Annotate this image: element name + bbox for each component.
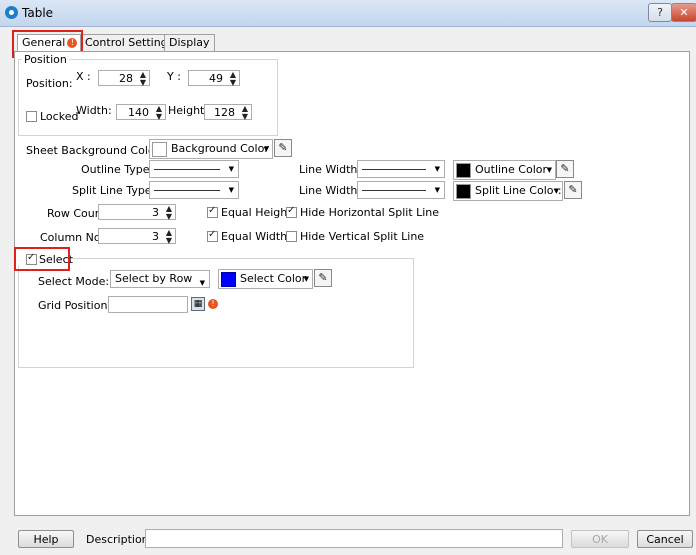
locked-label: Locked (40, 110, 79, 123)
x-value: 28 (119, 72, 133, 85)
select-color-button-label: Select Color (240, 272, 307, 285)
hide-horizontal-label: Hide Horizontal Split Line (300, 206, 440, 219)
split-type-select[interactable]: ▼ (149, 181, 239, 199)
split-color-swatch (456, 183, 471, 199)
split-color-button-label: Split Line Color: (475, 184, 562, 197)
spinner-arrows-icon[interactable]: ▲ ▼ (156, 105, 162, 121)
grid-position-input[interactable] (108, 296, 188, 313)
outline-color-swatch (456, 162, 471, 178)
position-label: Position: (26, 77, 73, 90)
hide-horizontal-checkbox[interactable] (286, 205, 297, 218)
column-value: 3 (152, 230, 159, 243)
help-button[interactable]: Help (18, 530, 74, 548)
eyedropper-icon[interactable]: ✎ (274, 139, 292, 157)
width-spinner[interactable]: 140 ▲ ▼ (116, 104, 166, 121)
column-spinner[interactable]: 3 ▲ ▼ (98, 228, 176, 245)
calculator-icon[interactable]: ▦ (191, 297, 205, 311)
split-color-button[interactable]: Split Line Color: ▼ (453, 181, 563, 201)
hide-vertical-checkbox[interactable] (286, 231, 297, 242)
height-spinner[interactable]: 128 ▲ ▼ (204, 104, 252, 121)
grid-position-label: Grid Position: (38, 299, 112, 312)
outline-width-select[interactable]: ▼ (357, 160, 445, 178)
spinner-arrows-icon[interactable]: ▲ ▼ (140, 71, 146, 87)
chevron-down-icon: ▼ (434, 186, 440, 194)
outline-width-label: Line Width: (299, 163, 362, 176)
description-input[interactable] (145, 529, 563, 548)
height-label: Height: (168, 104, 209, 117)
width-label: Width: (76, 104, 112, 117)
split-width-select[interactable]: ▼ (357, 181, 445, 199)
app-icon (5, 6, 18, 19)
select-highlight (14, 247, 70, 271)
equal-height-label: Equal Height (221, 206, 292, 219)
spinner-arrows-icon[interactable]: ▲ ▼ (230, 71, 236, 87)
y-label: Y : (167, 70, 181, 83)
position-group-title: Position (22, 53, 69, 66)
height-value: 128 (214, 106, 235, 119)
description-label: Description: (86, 533, 153, 546)
x-label: X : (76, 70, 91, 83)
chevron-down-icon: ▼ (199, 279, 205, 287)
tab-display[interactable]: Display (164, 34, 215, 52)
close-window-button[interactable]: ✕ (671, 3, 696, 22)
eyedropper-icon[interactable]: ✎ (556, 160, 574, 178)
ok-button[interactable]: OK (571, 530, 629, 548)
width-value: 140 (128, 106, 149, 119)
outline-color-button[interactable]: Outline Color ▼ (453, 160, 556, 180)
chevron-down-icon: ▼ (228, 165, 234, 173)
y-spinner[interactable]: 49 ▲ ▼ (188, 70, 240, 87)
cancel-button[interactable]: Cancel (637, 530, 693, 548)
sheet-bg-label: Sheet Background Color: (26, 144, 163, 157)
row-count-spinner[interactable]: 3 ▲ ▼ (98, 204, 176, 221)
equal-width-label: Equal Width (221, 230, 288, 243)
locked-checkbox[interactable] (26, 111, 37, 122)
select-mode-label: Select Mode: (38, 275, 110, 288)
background-color-button[interactable]: Background Color ▼ (149, 139, 273, 159)
bg-color-swatch (152, 141, 167, 157)
outline-type-select[interactable]: ▼ (149, 160, 239, 178)
chevron-down-icon: ▼ (434, 165, 440, 173)
select-color-button[interactable]: Select Color ▼ (218, 269, 313, 289)
hide-vertical-label: Hide Vertical Split Line (300, 230, 425, 243)
chevron-down-icon: ▼ (303, 275, 309, 283)
x-spinner[interactable]: 28 ▲ ▼ (98, 70, 150, 87)
select-mode-value: Select by Row (115, 272, 193, 285)
bg-color-button-label: Background Color (171, 142, 269, 155)
equal-height-checkbox[interactable] (207, 205, 218, 218)
chevron-down-icon: ▼ (546, 166, 552, 174)
select-mode-dropdown[interactable]: Select by Row ▼ (110, 270, 210, 288)
help-window-button[interactable]: ? (648, 3, 672, 22)
eyedropper-icon[interactable]: ✎ (564, 181, 582, 199)
outline-color-button-label: Outline Color (475, 163, 548, 176)
split-type-label: Split Line Type: (72, 184, 156, 197)
spinner-arrows-icon[interactable]: ▲ ▼ (166, 205, 172, 221)
equal-width-checkbox[interactable] (207, 229, 218, 242)
row-count-value: 3 (152, 206, 159, 219)
split-width-label: Line Width: (299, 184, 362, 197)
spinner-arrows-icon[interactable]: ▲ ▼ (242, 105, 248, 121)
spinner-arrows-icon[interactable]: ▲ ▼ (166, 229, 172, 245)
chevron-down-icon: ▼ (553, 182, 559, 200)
warning-icon: ! (208, 299, 218, 309)
chevron-down-icon: ▼ (228, 186, 234, 194)
window-title: Table (22, 6, 54, 20)
eyedropper-icon[interactable]: ✎ (314, 269, 332, 287)
select-color-swatch (221, 271, 236, 287)
title-bar: Table ? ✕ (0, 0, 696, 27)
chevron-down-icon: ▼ (263, 145, 269, 153)
outline-type-label: Outline Type: (81, 163, 154, 176)
y-value: 49 (209, 72, 223, 85)
